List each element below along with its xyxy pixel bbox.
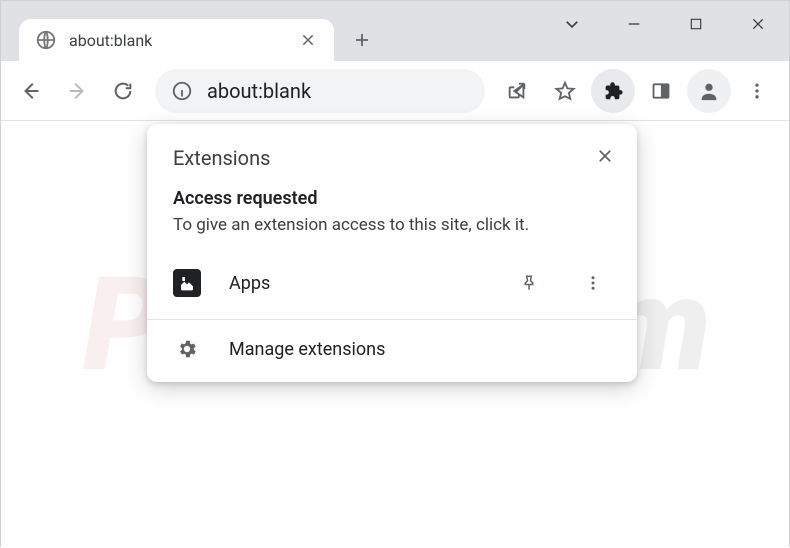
more-icon[interactable] bbox=[575, 265, 611, 301]
popover-title: Extensions bbox=[173, 146, 611, 170]
new-tab-button[interactable] bbox=[344, 22, 380, 58]
gear-icon bbox=[173, 338, 201, 360]
extensions-button[interactable] bbox=[591, 69, 635, 113]
manage-extensions-row[interactable]: Manage extensions bbox=[147, 320, 637, 382]
reload-button[interactable] bbox=[101, 69, 145, 113]
profile-button[interactable] bbox=[687, 69, 731, 113]
address-bar[interactable]: about:blank bbox=[155, 69, 485, 113]
extension-row[interactable]: Apps bbox=[147, 255, 637, 319]
dropdown-icon[interactable] bbox=[541, 1, 603, 47]
pin-icon[interactable] bbox=[511, 265, 547, 301]
popover-subhead: Access requested bbox=[173, 188, 611, 209]
extension-name: Apps bbox=[229, 273, 483, 294]
share-button[interactable] bbox=[495, 69, 539, 113]
menu-button[interactable] bbox=[735, 69, 779, 113]
tab-close-icon[interactable] bbox=[296, 28, 320, 52]
extensions-popover: Extensions Access requested To give an e… bbox=[147, 124, 637, 382]
side-panel-button[interactable] bbox=[639, 69, 683, 113]
browser-toolbar: about:blank bbox=[1, 61, 789, 121]
site-info-icon[interactable] bbox=[171, 80, 193, 102]
window-controls bbox=[541, 1, 789, 47]
maximize-button[interactable] bbox=[665, 1, 727, 47]
back-button[interactable] bbox=[9, 69, 53, 113]
window-close-button[interactable] bbox=[727, 1, 789, 47]
forward-button bbox=[55, 69, 99, 113]
extension-app-icon bbox=[173, 269, 201, 297]
bookmark-button[interactable] bbox=[543, 69, 587, 113]
browser-tab[interactable]: about:blank bbox=[19, 19, 334, 61]
popover-close-button[interactable] bbox=[587, 138, 623, 174]
minimize-button[interactable] bbox=[603, 1, 665, 47]
manage-extensions-label: Manage extensions bbox=[229, 339, 385, 360]
tab-title: about:blank bbox=[69, 31, 296, 50]
page-content: PCrisk.com Extensions Access requested T… bbox=[1, 121, 789, 548]
url-text: about:blank bbox=[207, 79, 469, 103]
tab-strip: about:blank bbox=[1, 1, 789, 61]
globe-icon bbox=[35, 29, 57, 51]
popover-description: To give an extension access to this site… bbox=[173, 215, 611, 235]
